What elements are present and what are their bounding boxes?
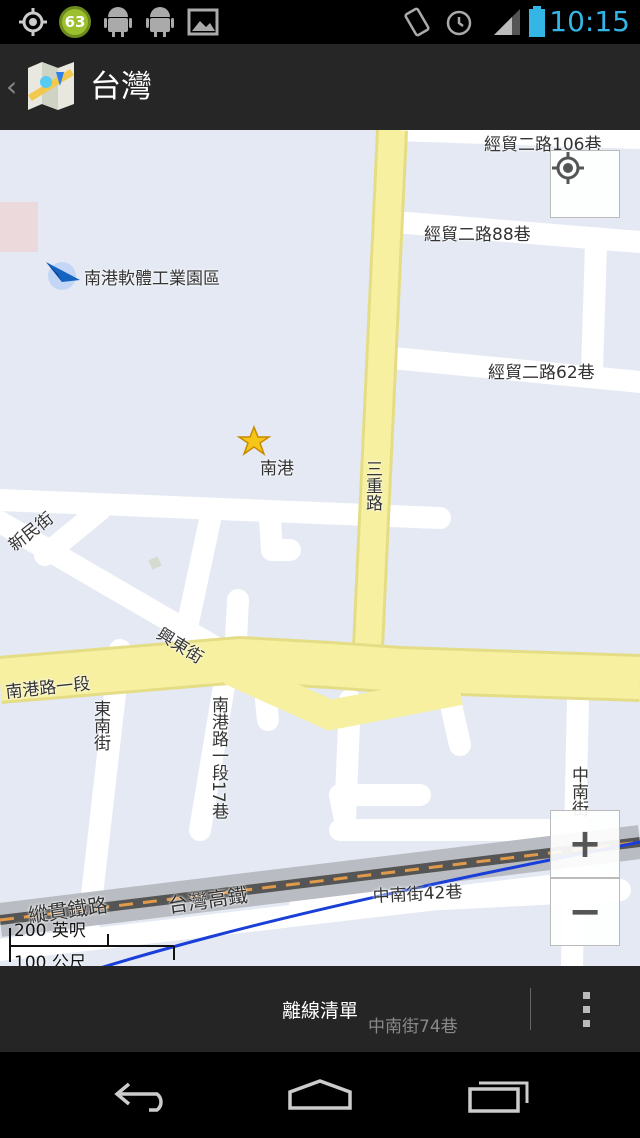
road-label: 中南街42巷 (372, 882, 463, 907)
offline-list-bar: 中南街74巷 離線清單 (0, 966, 640, 1052)
battery-icon (526, 6, 548, 38)
recents-button[interactable] (444, 1070, 554, 1120)
my-position-arrow (46, 262, 80, 290)
road-label: 東南街 (90, 700, 110, 751)
notification-badge: 63 (58, 6, 92, 38)
page-title: 台灣 (90, 69, 152, 105)
android-icon (144, 6, 176, 38)
system-nav-bar (0, 1052, 640, 1138)
back-button[interactable] (88, 1070, 198, 1120)
clock: 10:15 (549, 5, 630, 38)
chevron-left-icon[interactable]: ‹ (6, 70, 17, 104)
place-label: 南港 (260, 459, 294, 479)
map-canvas (0, 130, 640, 966)
status-bar: 63 10:15 (0, 0, 640, 44)
map-view[interactable]: 經貿二路106巷 經貿二路88巷 經貿二路62巷 南港軟體工業園區 南港 三重路… (0, 130, 640, 966)
my-location-icon (552, 152, 584, 184)
overflow-menu-icon[interactable] (574, 988, 598, 1030)
back-icon (114, 1082, 163, 1112)
scale-bar: 200 英呎 100 公尺 (8, 910, 178, 966)
my-location-button[interactable] (550, 150, 620, 218)
recents-icon (468, 1081, 529, 1113)
road-label: 經貿二路62巷 (488, 363, 595, 383)
divider (530, 988, 531, 1030)
place-label: 南港軟體工業園區 (84, 269, 220, 289)
home-icon (288, 1079, 352, 1110)
zoom-out-button[interactable]: − (550, 878, 620, 946)
road-label: 三重路 (362, 460, 382, 511)
home-button[interactable] (265, 1070, 375, 1120)
scale-imperial: 200 英呎 (14, 921, 86, 941)
android-icon (102, 6, 134, 38)
signal-icon (490, 6, 524, 38)
scale-metric: 100 公尺 (14, 953, 86, 966)
road-label: 南港路一段17巷 (208, 696, 228, 820)
vibrate-icon (400, 6, 434, 38)
location-icon (16, 6, 50, 38)
image-icon (186, 6, 220, 38)
offline-list-button[interactable]: 離線清單 (0, 996, 640, 1023)
action-bar: ‹ 台灣 (0, 44, 640, 130)
maps-app-icon[interactable] (26, 60, 76, 112)
notification-count: 63 (59, 6, 91, 38)
road-label: 經貿二路88巷 (424, 225, 531, 245)
alarm-icon (442, 6, 476, 38)
zoom-in-button[interactable]: + (550, 810, 620, 878)
